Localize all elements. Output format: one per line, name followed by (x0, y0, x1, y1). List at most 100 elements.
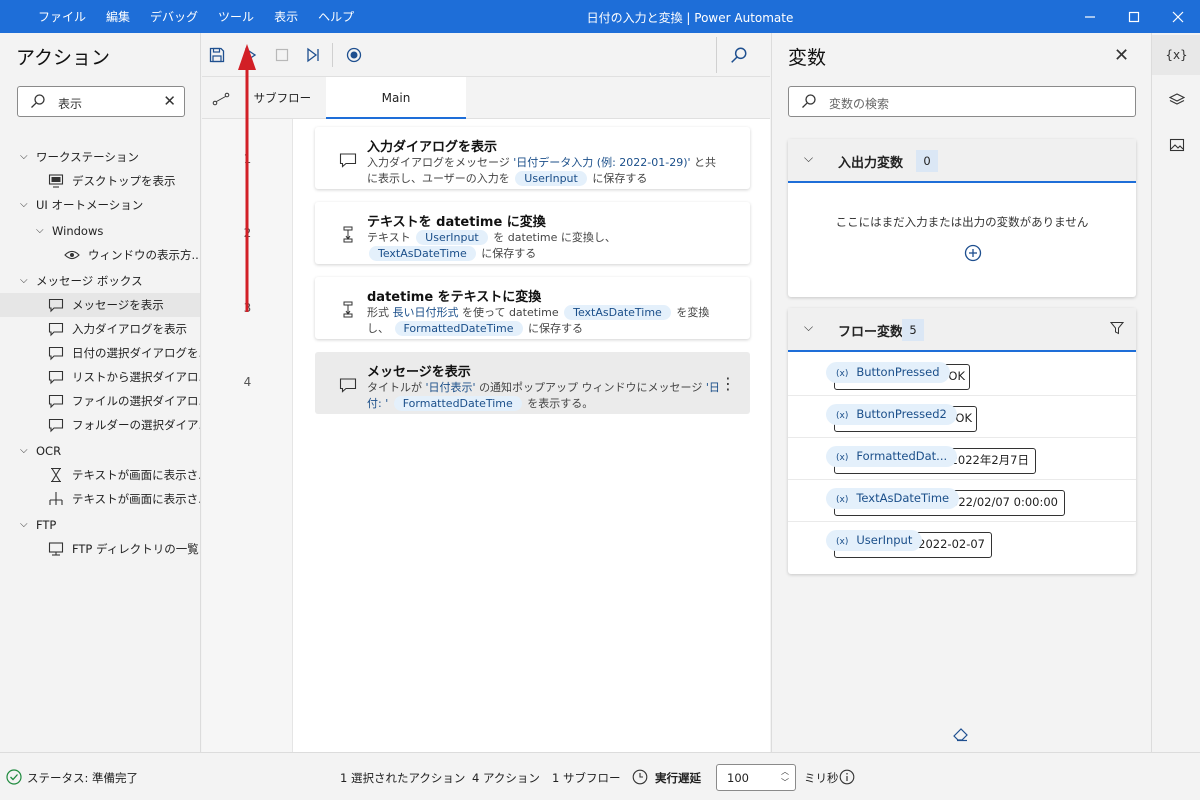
more-options-icon[interactable]: ⋮ (720, 374, 736, 393)
tree-item-wait-text[interactable]: テキストが画面に表示さ... (0, 463, 200, 487)
step-card-show-message[interactable]: メッセージを表示 タイトルが '日付表示' の通知ポップアップ ウィンドウにメッ… (315, 352, 750, 414)
tree-item-date-dialog[interactable]: 日付の選択ダイアログを... (0, 341, 200, 365)
menu-bar: ファイル 編集 デバッグ ツール 表示 ヘルプ (28, 0, 364, 33)
message-icon (339, 153, 357, 168)
clock-icon (632, 769, 648, 785)
step-card-input-dialog[interactable]: 入力ダイアログを表示 入力ダイアログをメッセージ '日付データ入力 (例: 20… (315, 127, 750, 189)
maximize-icon (1128, 11, 1140, 22)
tree-group-message-box[interactable]: ⌵ メッセージ ボックス (0, 269, 200, 293)
status-text: ステータス: 準備完了 (27, 771, 139, 785)
annotation-arrow (238, 44, 256, 312)
subflow-tabs: サブフロー ⌵ Main (202, 77, 770, 119)
close-window-button[interactable] (1156, 0, 1200, 33)
message-icon (48, 370, 64, 385)
step-card-convert-datetime[interactable]: datetime をテキストに変換 形式 長い日付形式 を使って datetim… (315, 277, 750, 339)
chevron-down-icon: ⌵ (20, 519, 28, 530)
variable-icon: (x) (836, 411, 849, 421)
variable-row[interactable]: 2022-02-07 (x) UserInput (788, 522, 1136, 564)
toolbar-divider (332, 43, 333, 67)
variable-token: UserInput (515, 171, 587, 186)
add-variable-icon[interactable] (964, 244, 982, 262)
step-title: メッセージを表示 (367, 365, 471, 380)
menu-tools[interactable]: ツール (218, 8, 254, 25)
stop-button[interactable] (272, 45, 292, 65)
message-icon (48, 418, 64, 433)
tree-group-ui-automation[interactable]: ⌵ UI オートメーション (0, 193, 200, 217)
step-title: datetime をテキストに変換 (367, 290, 542, 305)
tree-item-list-dialog[interactable]: リストから選択ダイアロ... (0, 365, 200, 389)
tree-item-show-desktop[interactable]: デスクトップを表示 (0, 169, 200, 193)
variables-search-input[interactable]: 変数の検索 (788, 86, 1136, 117)
menu-help[interactable]: ヘルプ (318, 8, 354, 25)
variable-chip: (x) ButtonPressed2 (826, 404, 957, 425)
tab-main[interactable]: Main (326, 77, 466, 119)
hourglass-icon (51, 467, 61, 483)
menu-edit[interactable]: 編集 (106, 8, 130, 25)
variable-row[interactable]: 2022年2月7日 (x) FormattedDat... (788, 438, 1136, 480)
variables-rail-button[interactable]: {x} (1152, 35, 1200, 75)
step-card-convert-text[interactable]: テキストを datetime に変換 テキスト UserInput を date… (315, 202, 750, 264)
run-delay-input[interactable]: 100 ︿ ﹀ (716, 764, 796, 791)
close-variables-icon[interactable]: ✕ (1114, 45, 1129, 66)
tree-group-ftp[interactable]: ⌵ FTP (0, 513, 200, 537)
variables-panel: 変数 ✕ 変数の検索 ⌵ 入出力変数 0 ここにはまだ入力または出力の変数があり… (771, 33, 1151, 752)
maximize-button[interactable] (1112, 0, 1156, 33)
flow-variables-header[interactable]: ⌵ フロー変数 5 (788, 308, 1136, 352)
subflow-dropdown[interactable]: サブフロー ⌵ (212, 90, 338, 106)
tree-group-workstation[interactable]: ⌵ ワークステーション (0, 145, 200, 169)
tree-item-window-state[interactable]: ウィンドウの表示方... (0, 243, 200, 267)
menu-view[interactable]: 表示 (274, 8, 298, 25)
tree-group-ocr[interactable]: ⌵ OCR (0, 439, 200, 463)
variable-chip: (x) ButtonPressed (826, 362, 950, 383)
variable-row[interactable]: OK (x) ButtonPressed (788, 354, 1136, 396)
filter-icon[interactable] (1110, 321, 1124, 335)
tree-item-folder-dialog[interactable]: フォルダーの選択ダイア... (0, 413, 200, 437)
menu-debug[interactable]: デバッグ (150, 8, 198, 25)
variables-search-placeholder: 変数の検索 (829, 97, 890, 111)
minimize-button[interactable] (1068, 0, 1112, 33)
chevron-down-icon: ⌵ (20, 151, 28, 162)
right-rail: {x} (1151, 33, 1200, 752)
clear-search-icon[interactable]: ✕ (163, 92, 176, 110)
layers-icon (1168, 93, 1185, 105)
variable-row[interactable]: 2022/02/07 0:00:00 (x) TextAsDateTime (788, 480, 1136, 522)
record-button[interactable] (344, 45, 364, 65)
variable-chip: (x) TextAsDateTime (826, 488, 960, 509)
chevron-down-icon: ⌵ (36, 225, 44, 236)
ui-elements-rail-button[interactable] (1152, 80, 1200, 120)
tree-item-file-dialog[interactable]: ファイルの選択ダイアロ... (0, 389, 200, 413)
eraser-icon[interactable] (952, 725, 970, 743)
flow-variables-section: ⌵ フロー変数 5 OK (x) ButtonPressed OK (x) Butt… (788, 308, 1136, 574)
variable-icon: (x) (836, 369, 849, 379)
actions-search-input[interactable]: 表示 ✕ (17, 86, 185, 117)
tree-item-if-text[interactable]: テキストが画面に表示さ... (0, 487, 200, 511)
io-variables-header[interactable]: ⌵ 入出力変数 0 (788, 139, 1136, 183)
message-icon (48, 298, 64, 313)
tree-item-input-dialog[interactable]: 入力ダイアログを表示 (0, 317, 200, 341)
info-icon[interactable] (839, 769, 855, 785)
branch-icon (49, 492, 63, 505)
convert-icon (343, 301, 353, 318)
find-button[interactable] (729, 45, 749, 65)
tree-item-ftp-list[interactable]: FTP ディレクトリの一覧... (0, 537, 200, 561)
variables-icon: {x} (1165, 48, 1188, 62)
spinner-icon[interactable]: ︿ ﹀ (781, 766, 789, 788)
io-variables-section: ⌵ 入出力変数 0 ここにはまだ入力または出力の変数がありません (788, 139, 1136, 297)
variables-title: 変数 (788, 47, 827, 69)
tree-subgroup-windows[interactable]: ⌵ Windows (0, 219, 200, 243)
subflows-count: 1 サブフロー (552, 771, 621, 785)
designer-toolbar (202, 33, 770, 77)
images-rail-button[interactable] (1152, 125, 1200, 165)
variable-row[interactable]: OK (x) ButtonPressed2 (788, 396, 1136, 438)
next-step-icon (307, 47, 319, 63)
tree-item-show-message[interactable]: メッセージを表示 (0, 293, 200, 317)
variable-icon: (x) (836, 537, 849, 547)
menu-file[interactable]: ファイル (38, 8, 86, 25)
title-bar: ファイル 編集 デバッグ ツール 表示 ヘルプ 日付の入力と変換 | Power… (0, 0, 1200, 33)
step-button[interactable] (303, 45, 323, 65)
io-count-badge: 0 (916, 150, 938, 172)
message-icon (48, 346, 64, 361)
save-button[interactable] (207, 45, 227, 65)
search-icon (731, 47, 747, 63)
variable-token: TextAsDateTime (564, 305, 671, 320)
